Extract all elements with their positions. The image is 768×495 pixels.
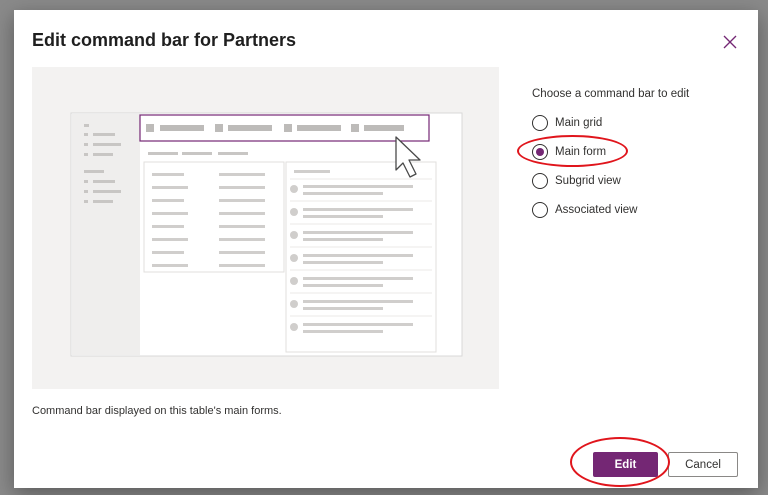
command-bar-options: Choose a command bar to edit Main grid M…: [517, 88, 742, 230]
option-label: Main form: [555, 146, 607, 158]
radio-button-selected[interactable]: [532, 144, 548, 160]
command-bar-preview-illustration: [32, 67, 499, 389]
option-associated-view[interactable]: Associated view: [532, 201, 742, 219]
option-label: Associated view: [555, 204, 638, 216]
option-label: Main grid: [555, 117, 603, 129]
radio-button[interactable]: [532, 173, 548, 189]
options-label: Choose a command bar to edit: [532, 88, 690, 100]
option-subgrid-view[interactable]: Subgrid view: [532, 172, 742, 190]
option-main-grid[interactable]: Main grid: [532, 114, 742, 132]
option-main-form[interactable]: Main form: [517, 135, 742, 167]
radio-button[interactable]: [532, 115, 548, 131]
edit-button[interactable]: Edit: [593, 452, 658, 477]
edit-command-bar-dialog: Edit command bar for Partners Command ba…: [14, 10, 758, 488]
dialog-title: Edit command bar for Partners: [32, 30, 297, 50]
close-icon[interactable]: [720, 32, 740, 52]
preview-image: [70, 112, 463, 357]
cancel-button[interactable]: Cancel: [668, 452, 738, 477]
radio-button[interactable]: [532, 202, 548, 218]
option-label: Subgrid view: [555, 175, 621, 187]
command-bar-description: Command bar displayed on this table's ma…: [32, 405, 282, 417]
